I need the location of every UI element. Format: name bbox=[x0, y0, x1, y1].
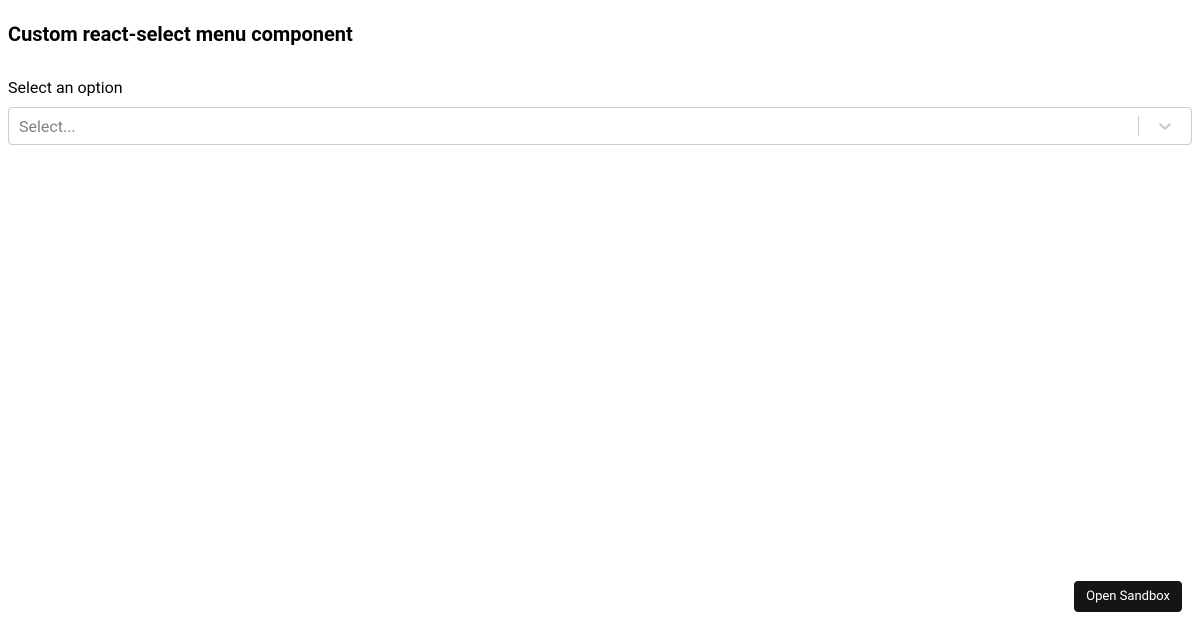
open-sandbox-button[interactable]: Open Sandbox bbox=[1074, 581, 1182, 612]
chevron-down-icon[interactable] bbox=[1147, 108, 1183, 144]
select-indicators bbox=[1138, 108, 1183, 144]
select-indicator-separator bbox=[1138, 116, 1139, 136]
select-label: Select an option bbox=[8, 78, 1192, 97]
select-control[interactable]: Select... bbox=[8, 107, 1192, 145]
select-placeholder: Select... bbox=[19, 117, 76, 136]
page-title: Custom react-select menu component bbox=[8, 22, 1192, 46]
